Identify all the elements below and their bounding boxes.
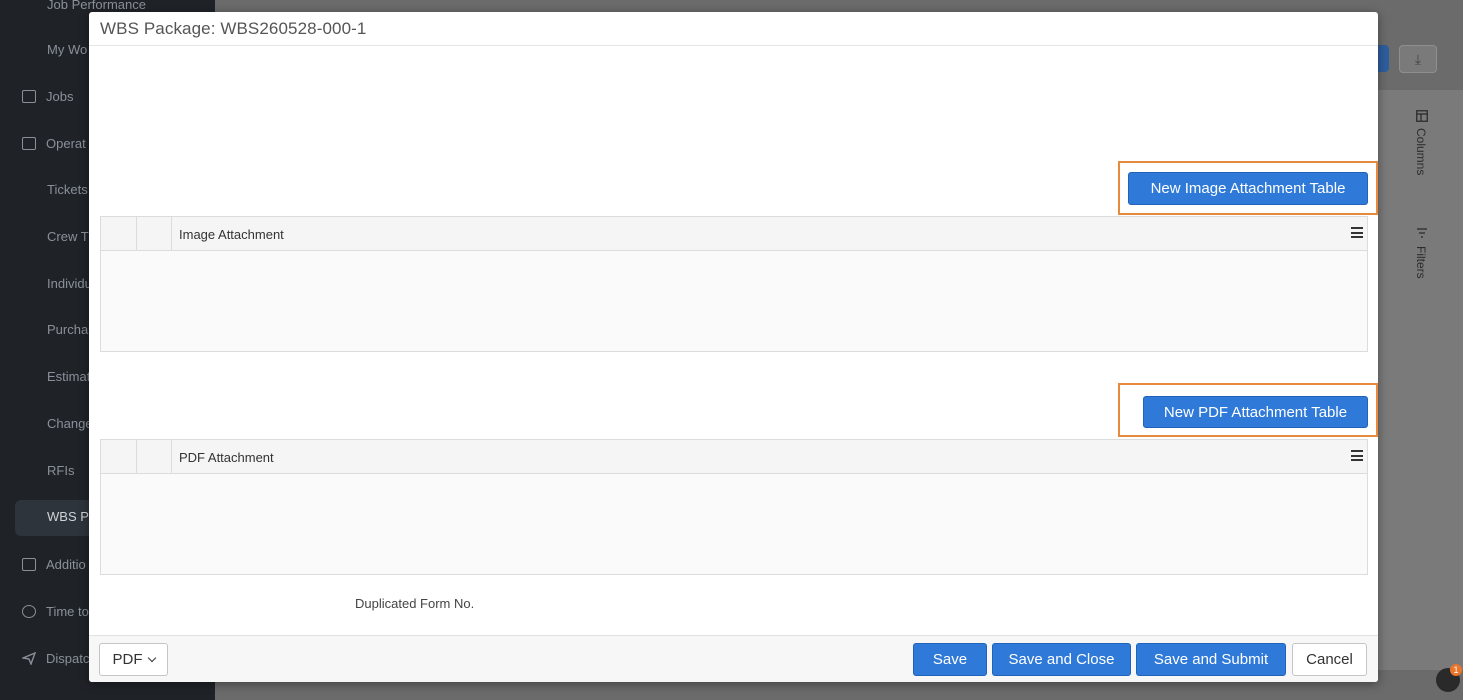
cancel-button[interactable]: Cancel [1292, 643, 1367, 676]
modal-footer: PDF Save Save and Close Save and Submit … [89, 635, 1378, 682]
download-icon[interactable]: ⤓ [1399, 45, 1437, 73]
sidebar-item-tickets[interactable]: Tickets [47, 182, 88, 197]
pdf-attachment-grid: PDF Attachment [100, 439, 1368, 575]
pdf-attachment-grid-header: PDF Attachment [101, 440, 1367, 474]
folder-icon [22, 90, 36, 103]
chevron-down-icon [147, 653, 156, 663]
sidebar-item-purchase[interactable]: Purcha [47, 322, 88, 337]
grid-select-column[interactable] [101, 440, 137, 473]
duplicated-form-no-label: Duplicated Form No. [355, 596, 475, 611]
sidebar-item-jobs[interactable]: Jobs [22, 89, 73, 104]
sidebar-item-change[interactable]: Change [47, 416, 93, 431]
clock-icon [22, 605, 36, 618]
sidebar-item-job-performance[interactable]: Job Performance [47, 0, 146, 12]
modal-header: WBS Package: WBS260528-000-1 [89, 12, 1378, 46]
modal-body: New Image Attachment Table Image Attachm… [89, 46, 1378, 635]
wbs-package-modal: WBS Package: WBS260528-000-1 New Image A… [89, 12, 1378, 682]
sidebar-item-estimate[interactable]: Estimat [47, 369, 90, 384]
grid-action-column[interactable] [137, 440, 172, 473]
pdf-dropdown-button[interactable]: PDF [99, 643, 168, 676]
sidebar-item-rfis[interactable]: RFIs [47, 463, 74, 478]
save-and-close-button[interactable]: Save and Close [992, 643, 1131, 676]
background-side-panel: Columns Filters [1378, 90, 1463, 670]
notification-badge: 1 [1450, 664, 1462, 676]
save-button[interactable]: Save [913, 643, 987, 676]
sidebar-item-individual[interactable]: Individu [47, 276, 92, 291]
filter-icon [1417, 228, 1427, 238]
grid-action-column[interactable] [137, 217, 172, 250]
filters-tab-label[interactable]: Filters [1414, 246, 1428, 279]
columns-tab-label[interactable]: Columns [1414, 128, 1428, 175]
sidebar-item-operations[interactable]: Operat [22, 136, 86, 151]
pdf-attachment-column-header[interactable]: PDF Attachment [179, 450, 274, 465]
new-pdf-attachment-table-button[interactable]: New PDF Attachment Table [1143, 396, 1368, 428]
column-menu-icon[interactable] [1351, 227, 1363, 238]
column-menu-icon[interactable] [1351, 450, 1363, 461]
sidebar-item-crew-time[interactable]: Crew Ti [47, 229, 91, 244]
pdf-dropdown-label: PDF [112, 651, 143, 668]
sidebar-item-my-work[interactable]: My Wo [47, 42, 87, 57]
sidebar-item-time[interactable]: Time to [22, 604, 89, 619]
modal-title: WBS Package: WBS260528-000-1 [100, 19, 367, 38]
image-attachment-column-header[interactable]: Image Attachment [179, 227, 284, 242]
columns-icon [1416, 110, 1428, 122]
new-image-attachment-table-button[interactable]: New Image Attachment Table [1128, 172, 1368, 205]
image-attachment-grid-header: Image Attachment [101, 217, 1367, 251]
paper-plane-icon [20, 651, 37, 666]
grid-select-column[interactable] [101, 217, 137, 250]
sidebar-item-additional[interactable]: Additio [22, 557, 86, 572]
background-primary-button[interactable] [1378, 45, 1389, 72]
clipboard-icon [22, 137, 36, 150]
sidebar-item-dispatch[interactable]: Dispatc [20, 651, 89, 666]
save-and-submit-button[interactable]: Save and Submit [1136, 643, 1286, 676]
documents-icon [22, 558, 36, 571]
image-attachment-grid: Image Attachment [100, 216, 1368, 352]
